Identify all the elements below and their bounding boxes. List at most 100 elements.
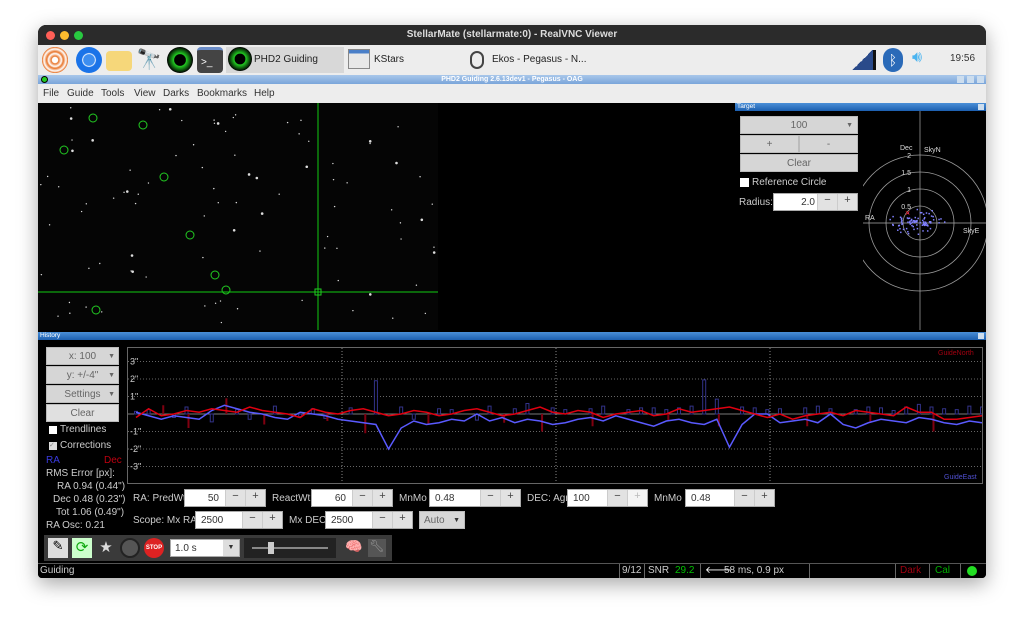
increment-button[interactable]: + — [500, 490, 520, 506]
scatter-point — [923, 223, 925, 226]
increment-button[interactable]: + — [754, 490, 774, 506]
decrement-button[interactable]: − — [480, 490, 500, 506]
star — [70, 107, 72, 109]
close-button[interactable] — [46, 31, 55, 40]
file-manager-icon[interactable] — [106, 51, 132, 71]
volume-icon[interactable]: 🔊︎ — [912, 49, 922, 67]
terminal-icon[interactable]: >_ — [197, 47, 223, 73]
target-zoom-in-button[interactable]: + — [740, 135, 799, 153]
increment-button[interactable]: + — [245, 490, 265, 506]
guide-icon[interactable] — [120, 538, 140, 558]
wrench-icon[interactable]: 🔧︎ — [368, 539, 386, 557]
x-scale-select[interactable]: x: 100 ▼ — [46, 347, 119, 365]
slider-thumb[interactable] — [268, 542, 274, 554]
menu-darks[interactable]: Darks — [163, 88, 189, 99]
scatter-point — [913, 228, 915, 231]
menu-guide[interactable]: Guide — [67, 88, 94, 99]
close-icon[interactable] — [978, 333, 984, 339]
close-icon[interactable] — [978, 104, 984, 110]
decrement-button[interactable]: − — [352, 490, 372, 506]
dec-agr-label: DEC: Agr — [527, 493, 569, 504]
status-bar: Guiding 9/12 SNR 29.2 🡐 58 ms, 0.9 px Da… — [38, 563, 986, 578]
increment-button[interactable]: + — [837, 194, 857, 210]
task-kstars[interactable]: KStars — [346, 47, 456, 73]
reference-circle-checkbox[interactable] — [740, 178, 749, 187]
scatter-point — [921, 224, 924, 226]
decrement-button[interactable]: − — [607, 490, 627, 506]
pencil-icon[interactable]: ✎ — [48, 538, 68, 558]
star — [278, 193, 280, 195]
target-clear-button[interactable]: Clear — [740, 154, 858, 172]
scatter-point — [910, 218, 913, 221]
star — [298, 133, 300, 135]
increment-button[interactable]: + — [372, 490, 392, 506]
decrement-button[interactable]: − — [372, 512, 392, 528]
zoom-button[interactable] — [74, 31, 83, 40]
scatter-point — [897, 225, 900, 227]
increment-button[interactable]: + — [392, 512, 412, 528]
task-ekos[interactable]: Ekos - Pegasus - N... — [468, 47, 628, 73]
corrections-checkbox[interactable]: ✓ — [49, 442, 57, 450]
camera-view[interactable] — [38, 103, 438, 330]
minimize-icon[interactable] — [957, 76, 964, 83]
dec-agr-stepper[interactable]: 100− + — [567, 489, 648, 507]
raspberry-menu-icon[interactable] — [42, 47, 68, 73]
gamma-slider[interactable] — [244, 538, 336, 558]
increment-button[interactable]: + — [627, 490, 647, 506]
star — [369, 142, 371, 145]
menu-help[interactable]: Help — [254, 88, 275, 99]
mode-select[interactable]: Auto ▼ — [419, 511, 465, 529]
star — [112, 197, 115, 199]
telescope-icon[interactable]: 🔭 — [136, 47, 162, 73]
stop-icon[interactable]: STOP — [144, 538, 164, 558]
decrement-button[interactable]: − — [225, 490, 245, 506]
find-star-icon[interactable]: ★ — [96, 538, 116, 558]
scatter-point — [931, 209, 933, 212]
y-tick-label: -2" — [130, 444, 141, 454]
menu-file[interactable]: File — [43, 88, 59, 99]
dec-mnmo-stepper[interactable]: 0.48− + — [685, 489, 775, 507]
menu-view[interactable]: View — [134, 88, 156, 99]
chromium-icon[interactable] — [76, 47, 102, 73]
loop-icon[interactable]: ⟳ — [72, 538, 92, 558]
bluetooth-icon[interactable]: ᛒ — [883, 48, 903, 72]
phd2-icon[interactable] — [167, 47, 193, 73]
star — [71, 149, 74, 153]
y-scale-select[interactable]: y: +/-4" ▼ — [46, 366, 119, 384]
menu-bookmarks[interactable]: Bookmarks — [197, 88, 247, 99]
scatter-point — [902, 228, 905, 231]
task-phd2[interactable]: PHD2 Guiding 2.6.1... — [226, 47, 344, 91]
star — [224, 130, 227, 133]
ra-mnmo-stepper[interactable]: 0.48− + — [429, 489, 521, 507]
menu-tools[interactable]: Tools — [101, 88, 124, 99]
trendlines-checkbox[interactable] — [49, 426, 57, 434]
scatter-point — [912, 225, 914, 228]
reactwt-stepper[interactable]: 60− + — [311, 489, 393, 507]
ra-predwt-stepper[interactable]: 50− + — [184, 489, 266, 507]
scatter-point — [922, 213, 925, 216]
reactwt-label: ReactWt — [272, 493, 311, 504]
minimize-button[interactable] — [60, 31, 69, 40]
close-icon[interactable] — [977, 76, 984, 83]
reference-circle-label: Reference Circle — [752, 177, 827, 188]
star — [213, 119, 215, 121]
star — [255, 176, 259, 180]
decrement-button[interactable]: − — [817, 194, 837, 210]
star — [147, 182, 150, 184]
mx-dec-stepper[interactable]: 2500− + — [325, 511, 413, 529]
ra-correction-bar — [891, 410, 896, 415]
settings-select[interactable]: Settings ▼ — [46, 385, 119, 403]
brain-icon[interactable]: 🧠 — [344, 538, 364, 558]
history-clear-button[interactable]: Clear — [46, 404, 119, 422]
target-zoom-select[interactable]: 100 ▼ — [740, 116, 858, 134]
exposure-select[interactable]: 1.0 s ▼ — [170, 539, 240, 557]
radius-stepper[interactable]: 2.0 − + — [773, 193, 858, 211]
maximize-icon[interactable] — [967, 76, 974, 83]
dec-correction-bar — [263, 414, 266, 425]
increment-button[interactable]: + — [262, 512, 282, 528]
decrement-button[interactable]: − — [734, 490, 754, 506]
network-icon[interactable] — [852, 50, 876, 70]
decrement-button[interactable]: − — [242, 512, 262, 528]
target-zoom-out-button[interactable]: - — [799, 135, 858, 153]
mx-ra-stepper[interactable]: 2500− + — [195, 511, 283, 529]
